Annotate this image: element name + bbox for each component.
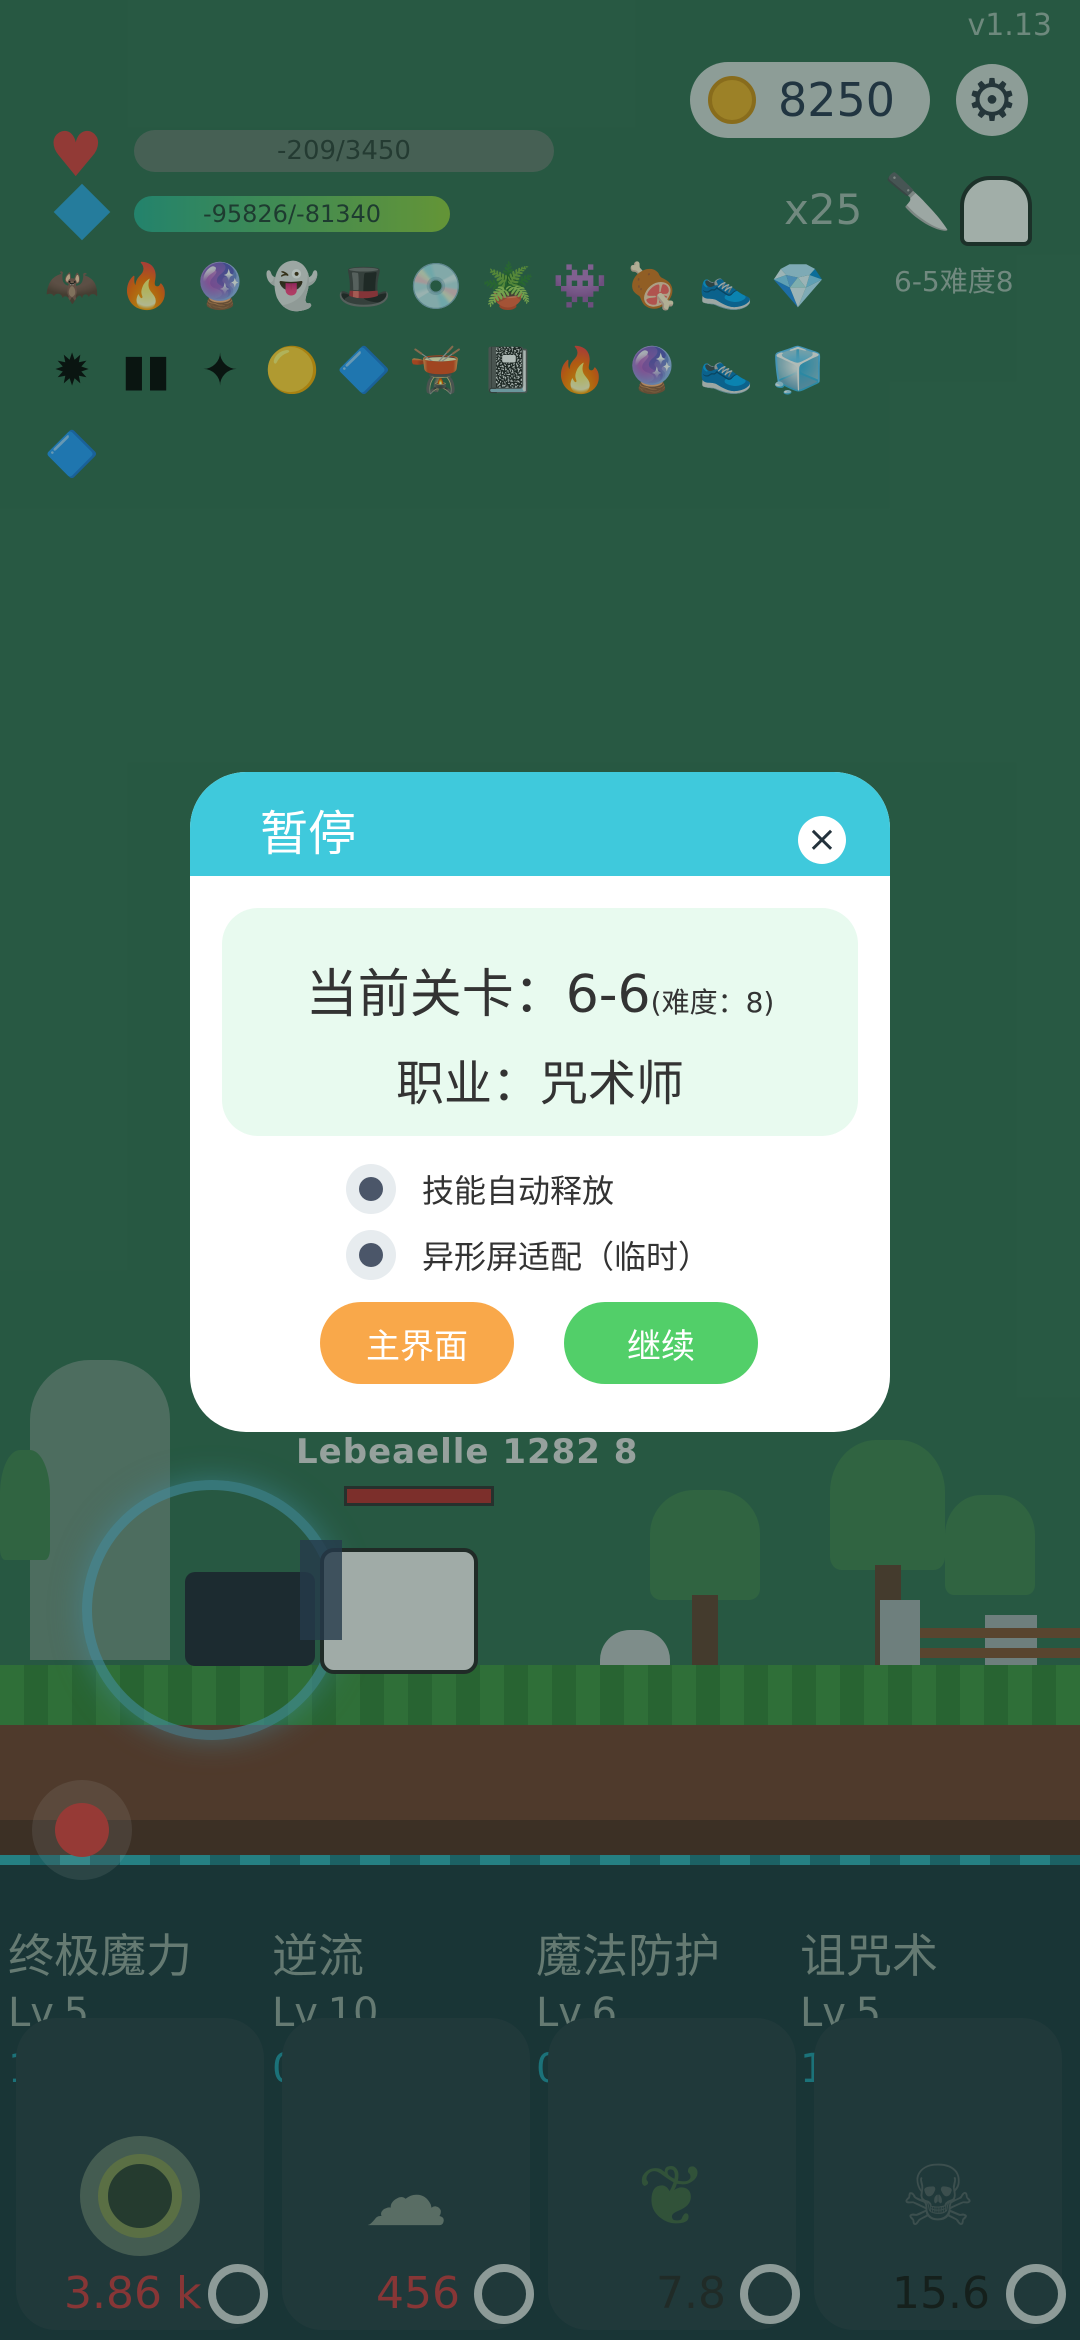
close-button[interactable]: ×: [798, 816, 846, 864]
auto-skill-option[interactable]: 技能自动释放: [346, 1162, 614, 1216]
continue-button[interactable]: 继续: [564, 1302, 758, 1384]
job-line: 职业：咒术师: [395, 1056, 684, 1112]
current-level-label: 当前关卡：: [305, 965, 566, 1025]
radio-dot: [359, 1243, 383, 1267]
current-level-line: 当前关卡：6-6(难度：8): [222, 952, 858, 1027]
main-menu-button[interactable]: 主界面: [320, 1302, 514, 1384]
pause-dialog-title: 暂停: [260, 806, 357, 862]
notch-fit-option[interactable]: 异形屏适配（临时）: [346, 1228, 710, 1282]
notch-fit-label: 异形屏适配（临时）: [422, 1238, 711, 1276]
current-level-value: 6-6: [565, 965, 651, 1025]
level-info-card: 当前关卡：6-6(难度：8) 职业：咒术师: [222, 908, 858, 1136]
close-icon: ×: [806, 819, 838, 860]
auto-skill-radio[interactable]: [346, 1164, 396, 1214]
notch-fit-radio[interactable]: [346, 1230, 396, 1280]
difficulty-note: (难度：8): [650, 986, 775, 1019]
auto-skill-label: 技能自动释放: [422, 1172, 615, 1210]
radio-dot: [359, 1177, 383, 1201]
pause-dialog: 暂停 × 当前关卡：6-6(难度：8) 职业：咒术师 技能自动释放 异形屏适配（…: [190, 772, 890, 1432]
